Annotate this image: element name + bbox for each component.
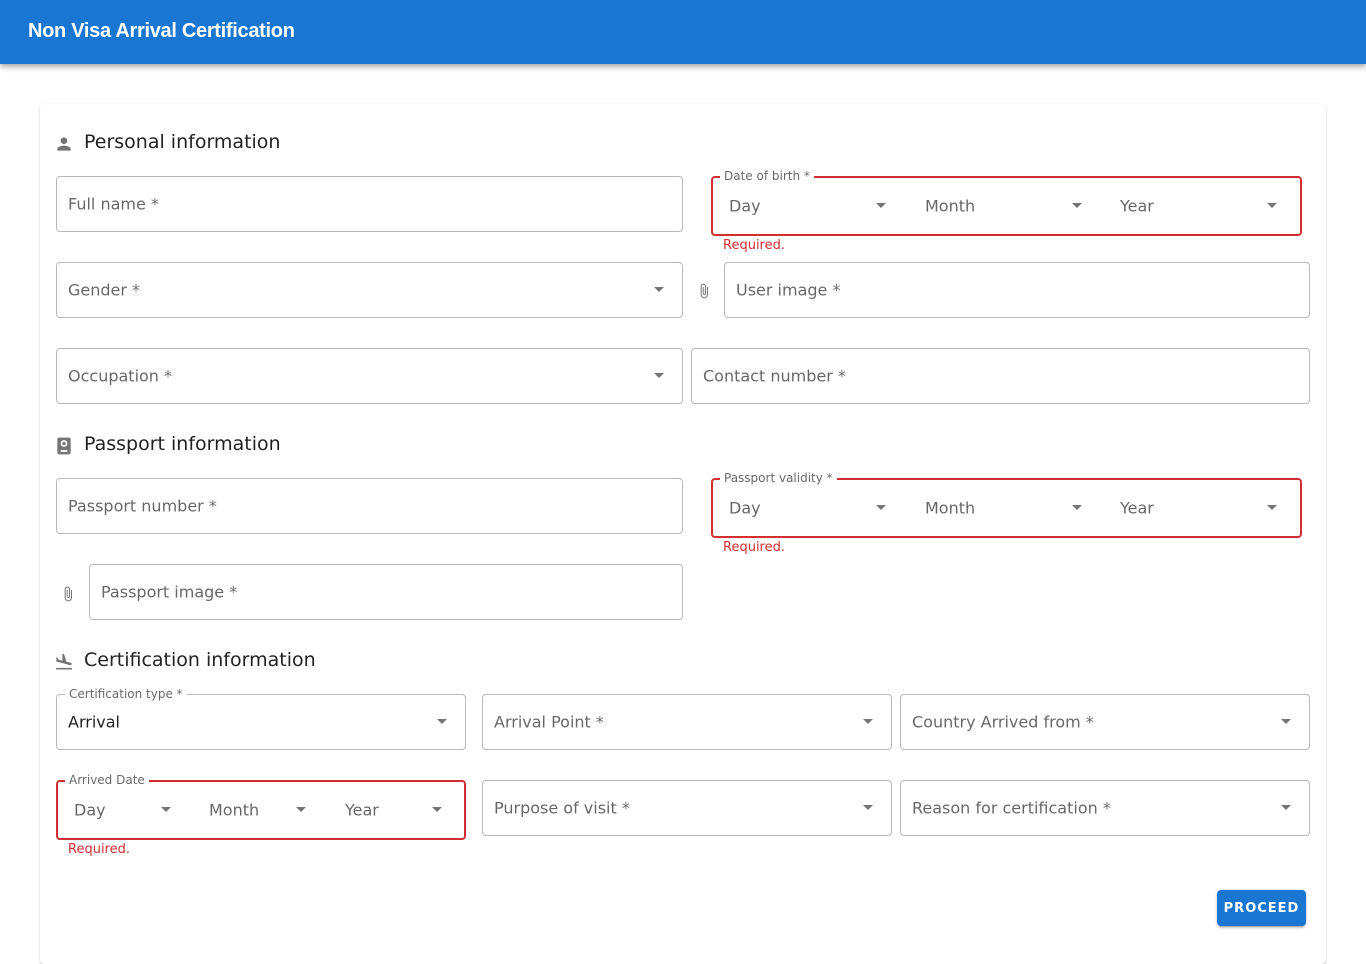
certification-type-label: Certification type * <box>65 686 187 702</box>
purpose-of-visit-placeholder: Purpose of visit * <box>494 798 630 818</box>
occupation-placeholder: Occupation * <box>68 366 173 386</box>
arrived-month-text: Month <box>209 800 260 820</box>
passport-image-input[interactable]: Passport image * <box>89 564 683 620</box>
user-image-input[interactable]: User image * <box>724 262 1310 318</box>
dob-month-select[interactable]: Month <box>909 178 1105 234</box>
validity-month-select[interactable]: Month <box>909 480 1105 536</box>
full-name-placeholder: Full name * <box>68 194 159 214</box>
chevron-down-icon <box>1281 805 1291 810</box>
arrived-date-error-text: Required. <box>68 842 130 857</box>
chevron-down-icon <box>1267 203 1277 208</box>
certification-section-title: Certification information <box>84 649 316 671</box>
date-of-birth-field: Date of birth * Day Month Year <box>711 168 1302 236</box>
country-arrived-from-select[interactable]: Country Arrived from * <box>900 694 1310 750</box>
dob-month-text: Month <box>925 196 976 216</box>
validity-month-text: Month <box>925 498 976 518</box>
certification-type-value: Arrival <box>68 712 120 732</box>
validity-error-text: Required. <box>723 540 785 555</box>
passport-validity-field: Passport validity * Day Month Year <box>711 470 1302 538</box>
arrived-day-select[interactable]: Day <box>58 782 193 838</box>
gender-placeholder: Gender * <box>68 280 141 300</box>
chevron-down-icon <box>1281 719 1291 724</box>
proceed-button[interactable]: PROCEED <box>1217 890 1306 926</box>
chevron-down-icon <box>654 287 664 292</box>
chevron-down-icon <box>876 505 886 510</box>
app-title: Non Visa Arrival Certification <box>28 20 295 42</box>
gender-select[interactable]: Gender * <box>56 262 683 318</box>
dob-year-select[interactable]: Year <box>1105 178 1300 234</box>
chevron-down-icon <box>863 719 873 724</box>
occupation-select[interactable]: Occupation * <box>56 348 683 404</box>
chevron-down-icon <box>161 807 171 812</box>
personal-section-title: Personal information <box>84 131 281 153</box>
validity-day-text: Day <box>729 498 761 518</box>
dob-day-text: Day <box>729 196 761 216</box>
dob-year-text: Year <box>1120 196 1154 216</box>
arrived-year-select[interactable]: Year <box>328 782 464 838</box>
app-bar: Non Visa Arrival Certification <box>0 0 1366 64</box>
chevron-down-icon <box>1267 505 1277 510</box>
purpose-of-visit-select[interactable]: Purpose of visit * <box>482 780 892 836</box>
validity-year-text: Year <box>1120 498 1154 518</box>
paperclip-icon[interactable] <box>696 279 712 303</box>
country-arrived-from-placeholder: Country Arrived from * <box>912 712 1094 732</box>
passport-icon <box>57 437 71 455</box>
full-name-input[interactable]: Full name * <box>56 176 683 232</box>
chevron-down-icon <box>1072 203 1082 208</box>
passport-number-input[interactable]: Passport number * <box>56 478 683 534</box>
chevron-down-icon <box>437 719 447 724</box>
arrived-date-field: Arrived Date Day Month Year <box>56 772 466 840</box>
certification-type-select[interactable]: Certification type * Arrival <box>56 686 466 750</box>
validity-year-select[interactable]: Year <box>1105 480 1300 536</box>
chevron-down-icon <box>876 203 886 208</box>
arrival-point-placeholder: Arrival Point * <box>494 712 604 732</box>
dob-day-select[interactable]: Day <box>713 178 909 234</box>
passport-number-placeholder: Passport number * <box>68 496 217 516</box>
arrived-year-text: Year <box>345 800 379 820</box>
contact-number-input[interactable]: Contact number * <box>691 348 1310 404</box>
chevron-down-icon <box>654 373 664 378</box>
reason-for-certification-placeholder: Reason for certification * <box>912 798 1111 818</box>
flight-land-icon <box>56 653 72 670</box>
arrived-month-select[interactable]: Month <box>193 782 328 838</box>
chevron-down-icon <box>863 805 873 810</box>
arrival-point-select[interactable]: Arrival Point * <box>482 694 892 750</box>
dob-error-text: Required. <box>723 238 785 253</box>
paperclip-icon[interactable] <box>60 582 76 606</box>
passport-image-placeholder: Passport image * <box>101 582 238 602</box>
chevron-down-icon <box>296 807 306 812</box>
reason-for-certification-select[interactable]: Reason for certification * <box>900 780 1310 836</box>
person-icon <box>57 137 71 151</box>
user-image-placeholder: User image * <box>736 280 841 300</box>
passport-section-title: Passport information <box>84 433 281 455</box>
contact-number-placeholder: Contact number * <box>703 366 846 386</box>
validity-day-select[interactable]: Day <box>713 480 909 536</box>
arrived-day-text: Day <box>74 800 106 820</box>
chevron-down-icon <box>432 807 442 812</box>
chevron-down-icon <box>1072 505 1082 510</box>
